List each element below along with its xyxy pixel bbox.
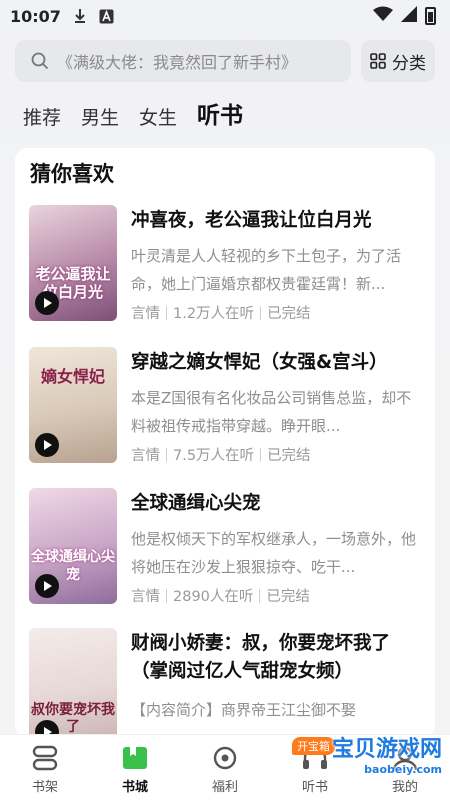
treasure-badge[interactable]: 开宝箱 <box>292 737 335 755</box>
download-icon <box>73 8 87 24</box>
wifi-icon <box>373 6 393 26</box>
search-placeholder: 《满级大佬：我竟然回了新手村》 <box>57 53 298 72</box>
battery-icon <box>425 7 436 25</box>
watermark-url: baobeiy.com <box>364 763 442 776</box>
play-icon[interactable] <box>35 291 59 315</box>
book-status: 已完结 <box>267 306 311 322</box>
grid-icon <box>370 53 386 69</box>
book-title: 全球通缉心尖宠 <box>131 493 261 514</box>
book-cover[interactable]: 嫡女悍妃 <box>29 347 117 463</box>
book-status: 已完结 <box>267 448 311 464</box>
book-cover[interactable]: 叔你要宠坏我了 <box>29 628 117 738</box>
tab-female[interactable]: 女生 <box>139 103 177 136</box>
book-item[interactable]: 叔你要宠坏我了 财阀小娇妻：叔，你要宠坏我了（掌阅过亿人气甜宠女频） 【内容简介… <box>29 628 424 738</box>
nav-label: 书架 <box>31 780 58 795</box>
book-meta: 言情 2890人在听 已完结 <box>131 585 310 606</box>
book-title: 冲喜夜，老公逼我让位白月光 <box>131 210 372 231</box>
nav-bookshelf[interactable]: 书架 <box>10 745 80 795</box>
book-item[interactable]: 嫡女悍妃 穿越之嫡女悍妃（女强&宫斗） 本是Z国很有名化妆品公司销售总监，却不料… <box>29 347 424 467</box>
nav-label: 书城 <box>121 780 148 795</box>
tab-recommend[interactable]: 推荐 <box>23 103 61 136</box>
category-label: 分类 <box>392 53 426 74</box>
tab-male[interactable]: 男生 <box>81 103 119 136</box>
book-cover[interactable]: 全球通缉心尖宠 <box>29 488 117 604</box>
watermark-text: 宝贝游戏网 <box>331 737 442 762</box>
book-item[interactable]: 老公逼我让位白月光 冲喜夜，老公逼我让位白月光 叶灵清是人人轻视的乡下土包子，为… <box>29 205 424 325</box>
signal-icon <box>401 6 417 26</box>
cover-title: 嫡女悍妃 <box>40 367 105 386</box>
book-listeners: 7.5万人在听 <box>173 448 255 464</box>
book-desc: 【内容简介】商界帝王江尘御不娶 <box>131 701 357 719</box>
book-title: 穿越之嫡女悍妃（女强&宫斗） <box>131 352 388 373</box>
site-watermark: 宝贝游戏网 baobeiy.com <box>332 731 442 776</box>
book-desc: 叶灵清是人人轻视的乡下土包子，为了活命，她上门逼婚京都权贵霍廷霄！新... <box>131 247 402 293</box>
book-listeners: 2890人在听 <box>173 589 254 605</box>
welfare-icon <box>213 746 237 770</box>
book-desc: 本是Z国很有名化妆品公司销售总监，却不料被祖传戒指带穿越。睁开眼... <box>131 389 412 435</box>
nav-bookstore[interactable]: 书城 <box>100 745 170 795</box>
status-bar: 10:07 <box>0 0 450 32</box>
book-item[interactable]: 全球通缉心尖宠 全球通缉心尖宠 他是权倾天下的军权继承人，一场意外，他将她压在沙… <box>29 488 424 608</box>
section-title: 猜你喜欢 <box>30 162 114 186</box>
book-genre: 言情 <box>131 448 160 464</box>
book-desc: 他是权倾天下的军权继承人，一场意外，他将她压在沙发上狠狠掠夺、吃干... <box>131 530 417 576</box>
nav-label: 听书 <box>301 780 328 795</box>
play-icon[interactable] <box>35 433 59 457</box>
book-listeners: 1.2万人在听 <box>173 306 255 322</box>
bookstore-icon <box>123 747 147 769</box>
channel-tabs: 推荐 男生 女生 听书 <box>23 96 243 136</box>
book-genre: 言情 <box>131 306 160 322</box>
book-status: 已完结 <box>266 589 310 605</box>
bookshelf-icon <box>32 745 58 771</box>
book-meta: 言情 7.5万人在听 已完结 <box>131 444 311 465</box>
book-genre: 言情 <box>131 589 160 605</box>
nav-label: 我的 <box>391 780 418 795</box>
category-button[interactable]: 分类 <box>361 40 435 82</box>
nav-label: 福利 <box>211 780 238 795</box>
play-icon[interactable] <box>35 574 59 598</box>
recommend-card: 猜你喜欢 老公逼我让位白月光 冲喜夜，老公逼我让位白月光 叶灵清是人人轻视的乡下… <box>15 148 435 738</box>
book-title: 财阀小娇妻：叔，你要宠坏我了（掌阅过亿人气甜宠女频） <box>131 633 391 682</box>
search-input[interactable]: 《满级大佬：我竟然回了新手村》 <box>15 40 351 82</box>
search-icon <box>31 52 49 70</box>
book-cover[interactable]: 老公逼我让位白月光 <box>29 205 117 321</box>
tab-audiobook[interactable]: 听书 <box>197 96 243 136</box>
status-time: 10:07 <box>10 6 61 26</box>
book-meta: 言情 1.2万人在听 已完结 <box>131 302 311 323</box>
nav-welfare[interactable]: 福利 <box>190 745 260 795</box>
app-a-icon <box>99 9 114 24</box>
search-row: 《满级大佬：我竟然回了新手村》 分类 <box>15 40 435 82</box>
